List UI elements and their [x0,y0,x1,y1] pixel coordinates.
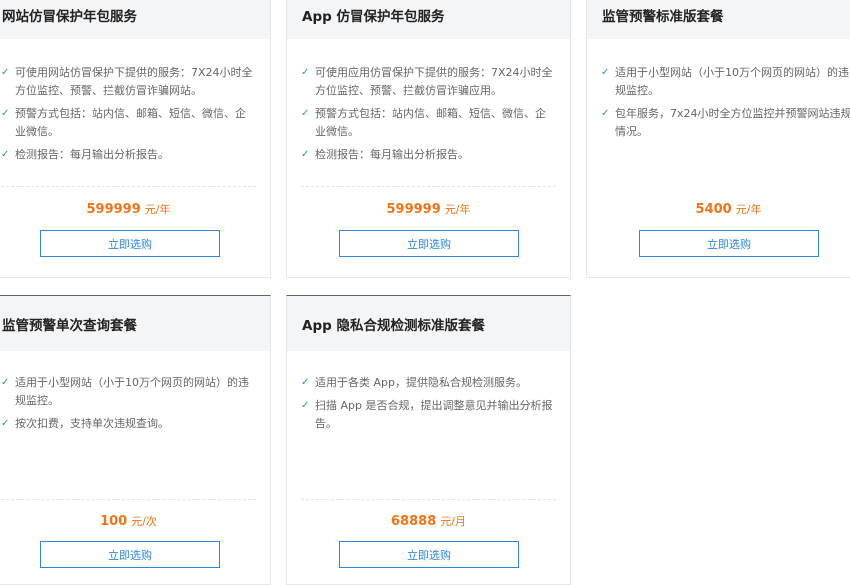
feature-item: ✓ 可使用应用仿冒保护下提供的服务：7X24小时全方位监控、预警、拦截仿冒诈骗应用… [301,66,553,97]
feature-item: ✓ 扫描 App 是否合规，提出调整意见并输出分析报告。 [301,399,553,430]
check-icon: ✓ [301,377,310,388]
feature-item: ✓ 包年服务，7x24小时全方位监控并预警网站违规情况。 [601,107,850,138]
check-icon: ✓ [601,67,610,78]
price: 68888 元/月 [287,510,570,529]
price-unit: 元/年 [144,203,171,216]
card-title: App 隐私合规检测标准版套餐 [287,296,570,351]
price-value: 68888 [391,514,437,529]
price-unit: 元/年 [444,203,471,216]
buy-now-button[interactable]: 立即选购 [339,230,519,257]
card-title: 监管预警单次查询套餐 [0,296,270,351]
plan-card-regulatory-single-query: 监管预警单次查询套餐 ✓ 适用于小型网站（小于10万个网页的网站）的违规监控。 ✓… [0,295,271,585]
price-value: 599999 [386,202,441,217]
plan-card-app-counterfeit: App 仿冒保护年包服务 ✓ 可使用应用仿冒保护下提供的服务：7X24小时全方位监… [286,0,571,278]
check-icon: ✓ [301,108,310,119]
card-title: 监管预警标准版套餐 [587,0,850,39]
price: 599999 元/年 [287,198,570,217]
check-icon: ✓ [301,67,310,78]
feature-list: ✓ 可使用应用仿冒保护下提供的服务：7X24小时全方位监控、预警、拦截仿冒诈骗应用… [287,64,570,164]
feature-list: ✓ 可使用网站仿冒保护下提供的服务：7X24小时全方位监控、预警、拦截仿冒诈骗网站… [0,64,270,164]
feature-list: ✓ 适用于小型网站（小于10万个网页的网站）的违规监控。 ✓ 按次扣费，支持单次违规… [0,374,270,433]
divider [1,186,256,187]
card-title: 网站仿冒保护年包服务 [0,0,270,39]
feature-item: ✓ 预警方式包括：站内信、邮箱、短信、微信、企业微信。 [1,107,246,138]
plan-card-website-counterfeit: 网站仿冒保护年包服务 ✓ 可使用网站仿冒保护下提供的服务：7X24小时全方位监控、… [0,0,271,278]
price: 5400 元/年 [587,198,850,217]
check-icon: ✓ [301,149,310,160]
card-title: App 仿冒保护年包服务 [287,0,570,39]
price: 599999 元/年 [0,198,270,217]
price: 100 元/次 [0,510,270,529]
feature-list: ✓ 适用于各类 App，提供隐私合规检测服务。 ✓ 扫描 App 是否合规，提出调整… [287,374,570,433]
price-value: 100 [100,514,128,529]
feature-item: ✓ 按次扣费，支持单次违规查询。 [1,417,169,430]
check-icon: ✓ [301,400,310,411]
check-icon: ✓ [601,108,610,119]
price-value: 599999 [86,202,141,217]
price-unit: 元/月 [440,515,466,528]
check-icon: ✓ [1,108,10,119]
divider [1,499,256,500]
buy-now-button[interactable]: 立即选购 [339,541,519,568]
check-icon: ✓ [1,377,10,388]
feature-item: ✓ 检测报告：每月输出分析报告。 [1,148,169,161]
price-unit: 元/年 [735,203,762,216]
plan-card-app-privacy-compliance: App 隐私合规检测标准版套餐 ✓ 适用于各类 App，提供隐私合规检测服务。 ✓… [286,295,571,585]
divider [301,186,556,187]
price-unit: 元/次 [131,515,157,528]
check-icon: ✓ [1,67,10,78]
divider [301,499,556,500]
check-icon: ✓ [1,418,10,429]
plan-card-regulatory-standard: 监管预警标准版套餐 ✓ 适用于小型网站（小于10万个网页的网站）的违规监控。 ✓ 包… [586,0,850,278]
feature-item: ✓ 适用于各类 App，提供隐私合规检测服务。 [301,376,527,389]
feature-item: ✓ 适用于小型网站（小于10万个网页的网站）的违规监控。 [601,66,849,97]
feature-item: ✓ 检测报告：每月输出分析报告。 [301,148,469,161]
feature-item: ✓ 适用于小型网站（小于10万个网页的网站）的违规监控。 [1,376,249,407]
buy-now-button[interactable]: 立即选购 [40,230,220,257]
buy-now-button[interactable]: 立即选购 [639,230,819,257]
feature-list: ✓ 适用于小型网站（小于10万个网页的网站）的违规监控。 ✓ 包年服务，7x24小时… [587,64,850,141]
buy-now-button[interactable]: 立即选购 [40,541,220,568]
price-value: 5400 [695,202,732,217]
feature-item: ✓ 可使用网站仿冒保护下提供的服务：7X24小时全方位监控、预警、拦截仿冒诈骗网站… [1,66,253,97]
feature-item: ✓ 预警方式包括：站内信、邮箱、短信、微信、企业微信。 [301,107,546,138]
check-icon: ✓ [1,149,10,160]
